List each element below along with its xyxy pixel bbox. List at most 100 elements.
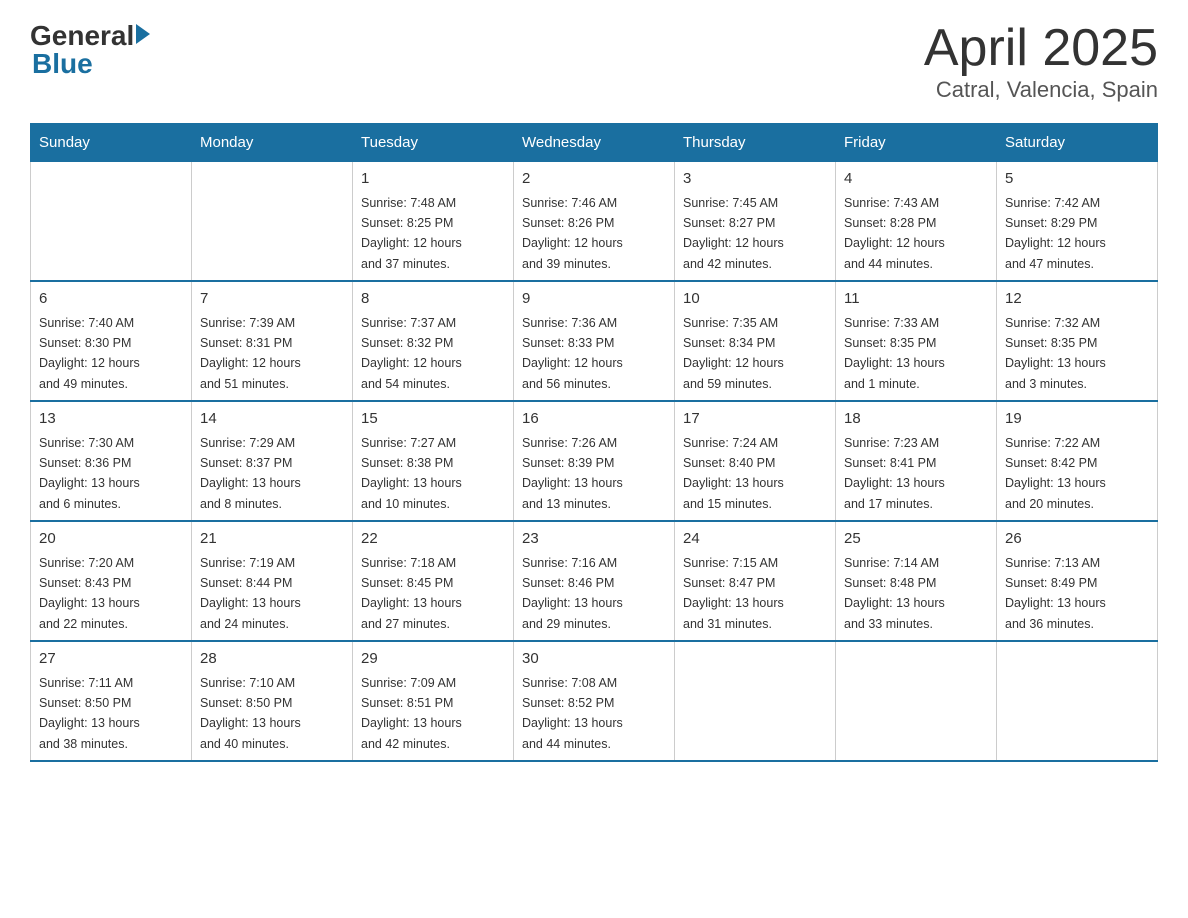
- calendar-weekday-header: Monday: [192, 124, 353, 162]
- day-number: 15: [361, 408, 505, 431]
- day-info: Sunrise: 7:35 AMSunset: 8:34 PMDaylight:…: [683, 316, 784, 391]
- day-info: Sunrise: 7:10 AMSunset: 8:50 PMDaylight:…: [200, 676, 301, 751]
- calendar-title: April 2025: [924, 20, 1158, 77]
- calendar-day-cell: 7 Sunrise: 7:39 AMSunset: 8:31 PMDaylight…: [192, 281, 353, 401]
- calendar-day-cell: [997, 641, 1158, 761]
- day-info: Sunrise: 7:11 AMSunset: 8:50 PMDaylight:…: [39, 676, 140, 751]
- calendar-day-cell: 11 Sunrise: 7:33 AMSunset: 8:35 PMDayligh…: [836, 281, 997, 401]
- calendar-day-cell: [192, 162, 353, 282]
- day-info: Sunrise: 7:37 AMSunset: 8:32 PMDaylight:…: [361, 316, 462, 391]
- day-number: 20: [39, 528, 183, 551]
- calendar-day-cell: 24Sunrise: 7:15 AMSunset: 8:47 PMDayligh…: [675, 521, 836, 641]
- day-number: 4: [844, 168, 988, 191]
- calendar-week-row: 27 Sunrise: 7:11 AMSunset: 8:50 PMDayligh…: [31, 641, 1158, 761]
- day-number: 25: [844, 528, 988, 551]
- day-info: Sunrise: 7:23 AMSunset: 8:41 PMDaylight:…: [844, 436, 945, 511]
- logo-blue-text: Blue: [32, 48, 150, 80]
- calendar-weekday-header: Wednesday: [514, 124, 675, 162]
- calendar-weekday-header: Friday: [836, 124, 997, 162]
- day-number: 3: [683, 168, 827, 191]
- day-number: 11: [844, 288, 988, 311]
- calendar-week-row: 20 Sunrise: 7:20 AMSunset: 8:43 PMDayligh…: [31, 521, 1158, 641]
- day-info: Sunrise: 7:09 AMSunset: 8:51 PMDaylight:…: [361, 676, 462, 751]
- day-number: 10: [683, 288, 827, 311]
- calendar-day-cell: 30 Sunrise: 7:08 AMSunset: 8:52 PMDayligh…: [514, 641, 675, 761]
- calendar-day-cell: 13Sunrise: 7:30 AMSunset: 8:36 PMDayligh…: [31, 401, 192, 521]
- day-number: 1: [361, 168, 505, 191]
- calendar-day-cell: 17 Sunrise: 7:24 AMSunset: 8:40 PMDayligh…: [675, 401, 836, 521]
- day-number: 27: [39, 648, 183, 671]
- day-info: Sunrise: 7:14 AMSunset: 8:48 PMDaylight:…: [844, 556, 945, 631]
- calendar-day-cell: [675, 641, 836, 761]
- day-number: 19: [1005, 408, 1149, 431]
- day-info: Sunrise: 7:26 AMSunset: 8:39 PMDaylight:…: [522, 436, 623, 511]
- calendar-weekday-header: Thursday: [675, 124, 836, 162]
- calendar-day-cell: 12Sunrise: 7:32 AMSunset: 8:35 PMDayligh…: [997, 281, 1158, 401]
- day-number: 29: [361, 648, 505, 671]
- calendar-week-row: 13Sunrise: 7:30 AMSunset: 8:36 PMDayligh…: [31, 401, 1158, 521]
- calendar-day-cell: 9 Sunrise: 7:36 AMSunset: 8:33 PMDaylight…: [514, 281, 675, 401]
- calendar-day-cell: 4Sunrise: 7:43 AMSunset: 8:28 PMDaylight…: [836, 162, 997, 282]
- calendar-day-cell: 2Sunrise: 7:46 AMSunset: 8:26 PMDaylight…: [514, 162, 675, 282]
- day-info: Sunrise: 7:08 AMSunset: 8:52 PMDaylight:…: [522, 676, 623, 751]
- day-number: 9: [522, 288, 666, 311]
- calendar-day-cell: 1 Sunrise: 7:48 AMSunset: 8:25 PMDaylight…: [353, 162, 514, 282]
- day-number: 8: [361, 288, 505, 311]
- calendar-day-cell: [836, 641, 997, 761]
- calendar-day-cell: 10 Sunrise: 7:35 AMSunset: 8:34 PMDayligh…: [675, 281, 836, 401]
- calendar-weekday-header: Saturday: [997, 124, 1158, 162]
- calendar-day-cell: 29 Sunrise: 7:09 AMSunset: 8:51 PMDayligh…: [353, 641, 514, 761]
- calendar-day-cell: 20 Sunrise: 7:20 AMSunset: 8:43 PMDayligh…: [31, 521, 192, 641]
- day-number: 14: [200, 408, 344, 431]
- day-info: Sunrise: 7:29 AMSunset: 8:37 PMDaylight:…: [200, 436, 301, 511]
- day-info: Sunrise: 7:15 AMSunset: 8:47 PMDaylight:…: [683, 556, 784, 631]
- day-info: Sunrise: 7:18 AMSunset: 8:45 PMDaylight:…: [361, 556, 462, 631]
- title-block: April 2025 Catral, Valencia, Spain: [924, 20, 1158, 103]
- calendar-day-cell: 14 Sunrise: 7:29 AMSunset: 8:37 PMDayligh…: [192, 401, 353, 521]
- calendar-day-cell: 6Sunrise: 7:40 AMSunset: 8:30 PMDaylight…: [31, 281, 192, 401]
- day-info: Sunrise: 7:33 AMSunset: 8:35 PMDaylight:…: [844, 316, 945, 391]
- day-number: 22: [361, 528, 505, 551]
- calendar-day-cell: 19 Sunrise: 7:22 AMSunset: 8:42 PMDayligh…: [997, 401, 1158, 521]
- day-number: 21: [200, 528, 344, 551]
- day-number: 26: [1005, 528, 1149, 551]
- calendar-day-cell: 21 Sunrise: 7:19 AMSunset: 8:44 PMDayligh…: [192, 521, 353, 641]
- calendar-day-cell: 15 Sunrise: 7:27 AMSunset: 8:38 PMDayligh…: [353, 401, 514, 521]
- day-info: Sunrise: 7:39 AMSunset: 8:31 PMDaylight:…: [200, 316, 301, 391]
- day-info: Sunrise: 7:13 AMSunset: 8:49 PMDaylight:…: [1005, 556, 1106, 631]
- day-number: 7: [200, 288, 344, 311]
- calendar-day-cell: 25 Sunrise: 7:14 AMSunset: 8:48 PMDayligh…: [836, 521, 997, 641]
- calendar-day-cell: 16 Sunrise: 7:26 AMSunset: 8:39 PMDayligh…: [514, 401, 675, 521]
- calendar-day-cell: 27 Sunrise: 7:11 AMSunset: 8:50 PMDayligh…: [31, 641, 192, 761]
- day-number: 5: [1005, 168, 1149, 191]
- calendar-table: SundayMondayTuesdayWednesdayThursdayFrid…: [30, 123, 1158, 762]
- day-info: Sunrise: 7:48 AMSunset: 8:25 PMDaylight:…: [361, 196, 462, 271]
- day-number: 13: [39, 408, 183, 431]
- day-number: 16: [522, 408, 666, 431]
- day-info: Sunrise: 7:20 AMSunset: 8:43 PMDaylight:…: [39, 556, 140, 631]
- day-info: Sunrise: 7:24 AMSunset: 8:40 PMDaylight:…: [683, 436, 784, 511]
- day-number: 2: [522, 168, 666, 191]
- logo: General Blue: [30, 20, 150, 80]
- day-info: Sunrise: 7:45 AMSunset: 8:27 PMDaylight:…: [683, 196, 784, 271]
- calendar-day-cell: [31, 162, 192, 282]
- day-info: Sunrise: 7:36 AMSunset: 8:33 PMDaylight:…: [522, 316, 623, 391]
- day-info: Sunrise: 7:22 AMSunset: 8:42 PMDaylight:…: [1005, 436, 1106, 511]
- calendar-weekday-header: Sunday: [31, 124, 192, 162]
- calendar-header-row: SundayMondayTuesdayWednesdayThursdayFrid…: [31, 124, 1158, 162]
- calendar-day-cell: 22 Sunrise: 7:18 AMSunset: 8:45 PMDayligh…: [353, 521, 514, 641]
- day-number: 28: [200, 648, 344, 671]
- calendar-day-cell: 3 Sunrise: 7:45 AMSunset: 8:27 PMDaylight…: [675, 162, 836, 282]
- calendar-subtitle: Catral, Valencia, Spain: [924, 77, 1158, 103]
- day-number: 30: [522, 648, 666, 671]
- page-header: General Blue April 2025 Catral, Valencia…: [30, 20, 1158, 103]
- calendar-day-cell: 5Sunrise: 7:42 AMSunset: 8:29 PMDaylight…: [997, 162, 1158, 282]
- day-number: 12: [1005, 288, 1149, 311]
- day-number: 18: [844, 408, 988, 431]
- calendar-week-row: 1 Sunrise: 7:48 AMSunset: 8:25 PMDaylight…: [31, 162, 1158, 282]
- calendar-weekday-header: Tuesday: [353, 124, 514, 162]
- day-info: Sunrise: 7:16 AMSunset: 8:46 PMDaylight:…: [522, 556, 623, 631]
- day-info: Sunrise: 7:27 AMSunset: 8:38 PMDaylight:…: [361, 436, 462, 511]
- day-number: 17: [683, 408, 827, 431]
- day-info: Sunrise: 7:19 AMSunset: 8:44 PMDaylight:…: [200, 556, 301, 631]
